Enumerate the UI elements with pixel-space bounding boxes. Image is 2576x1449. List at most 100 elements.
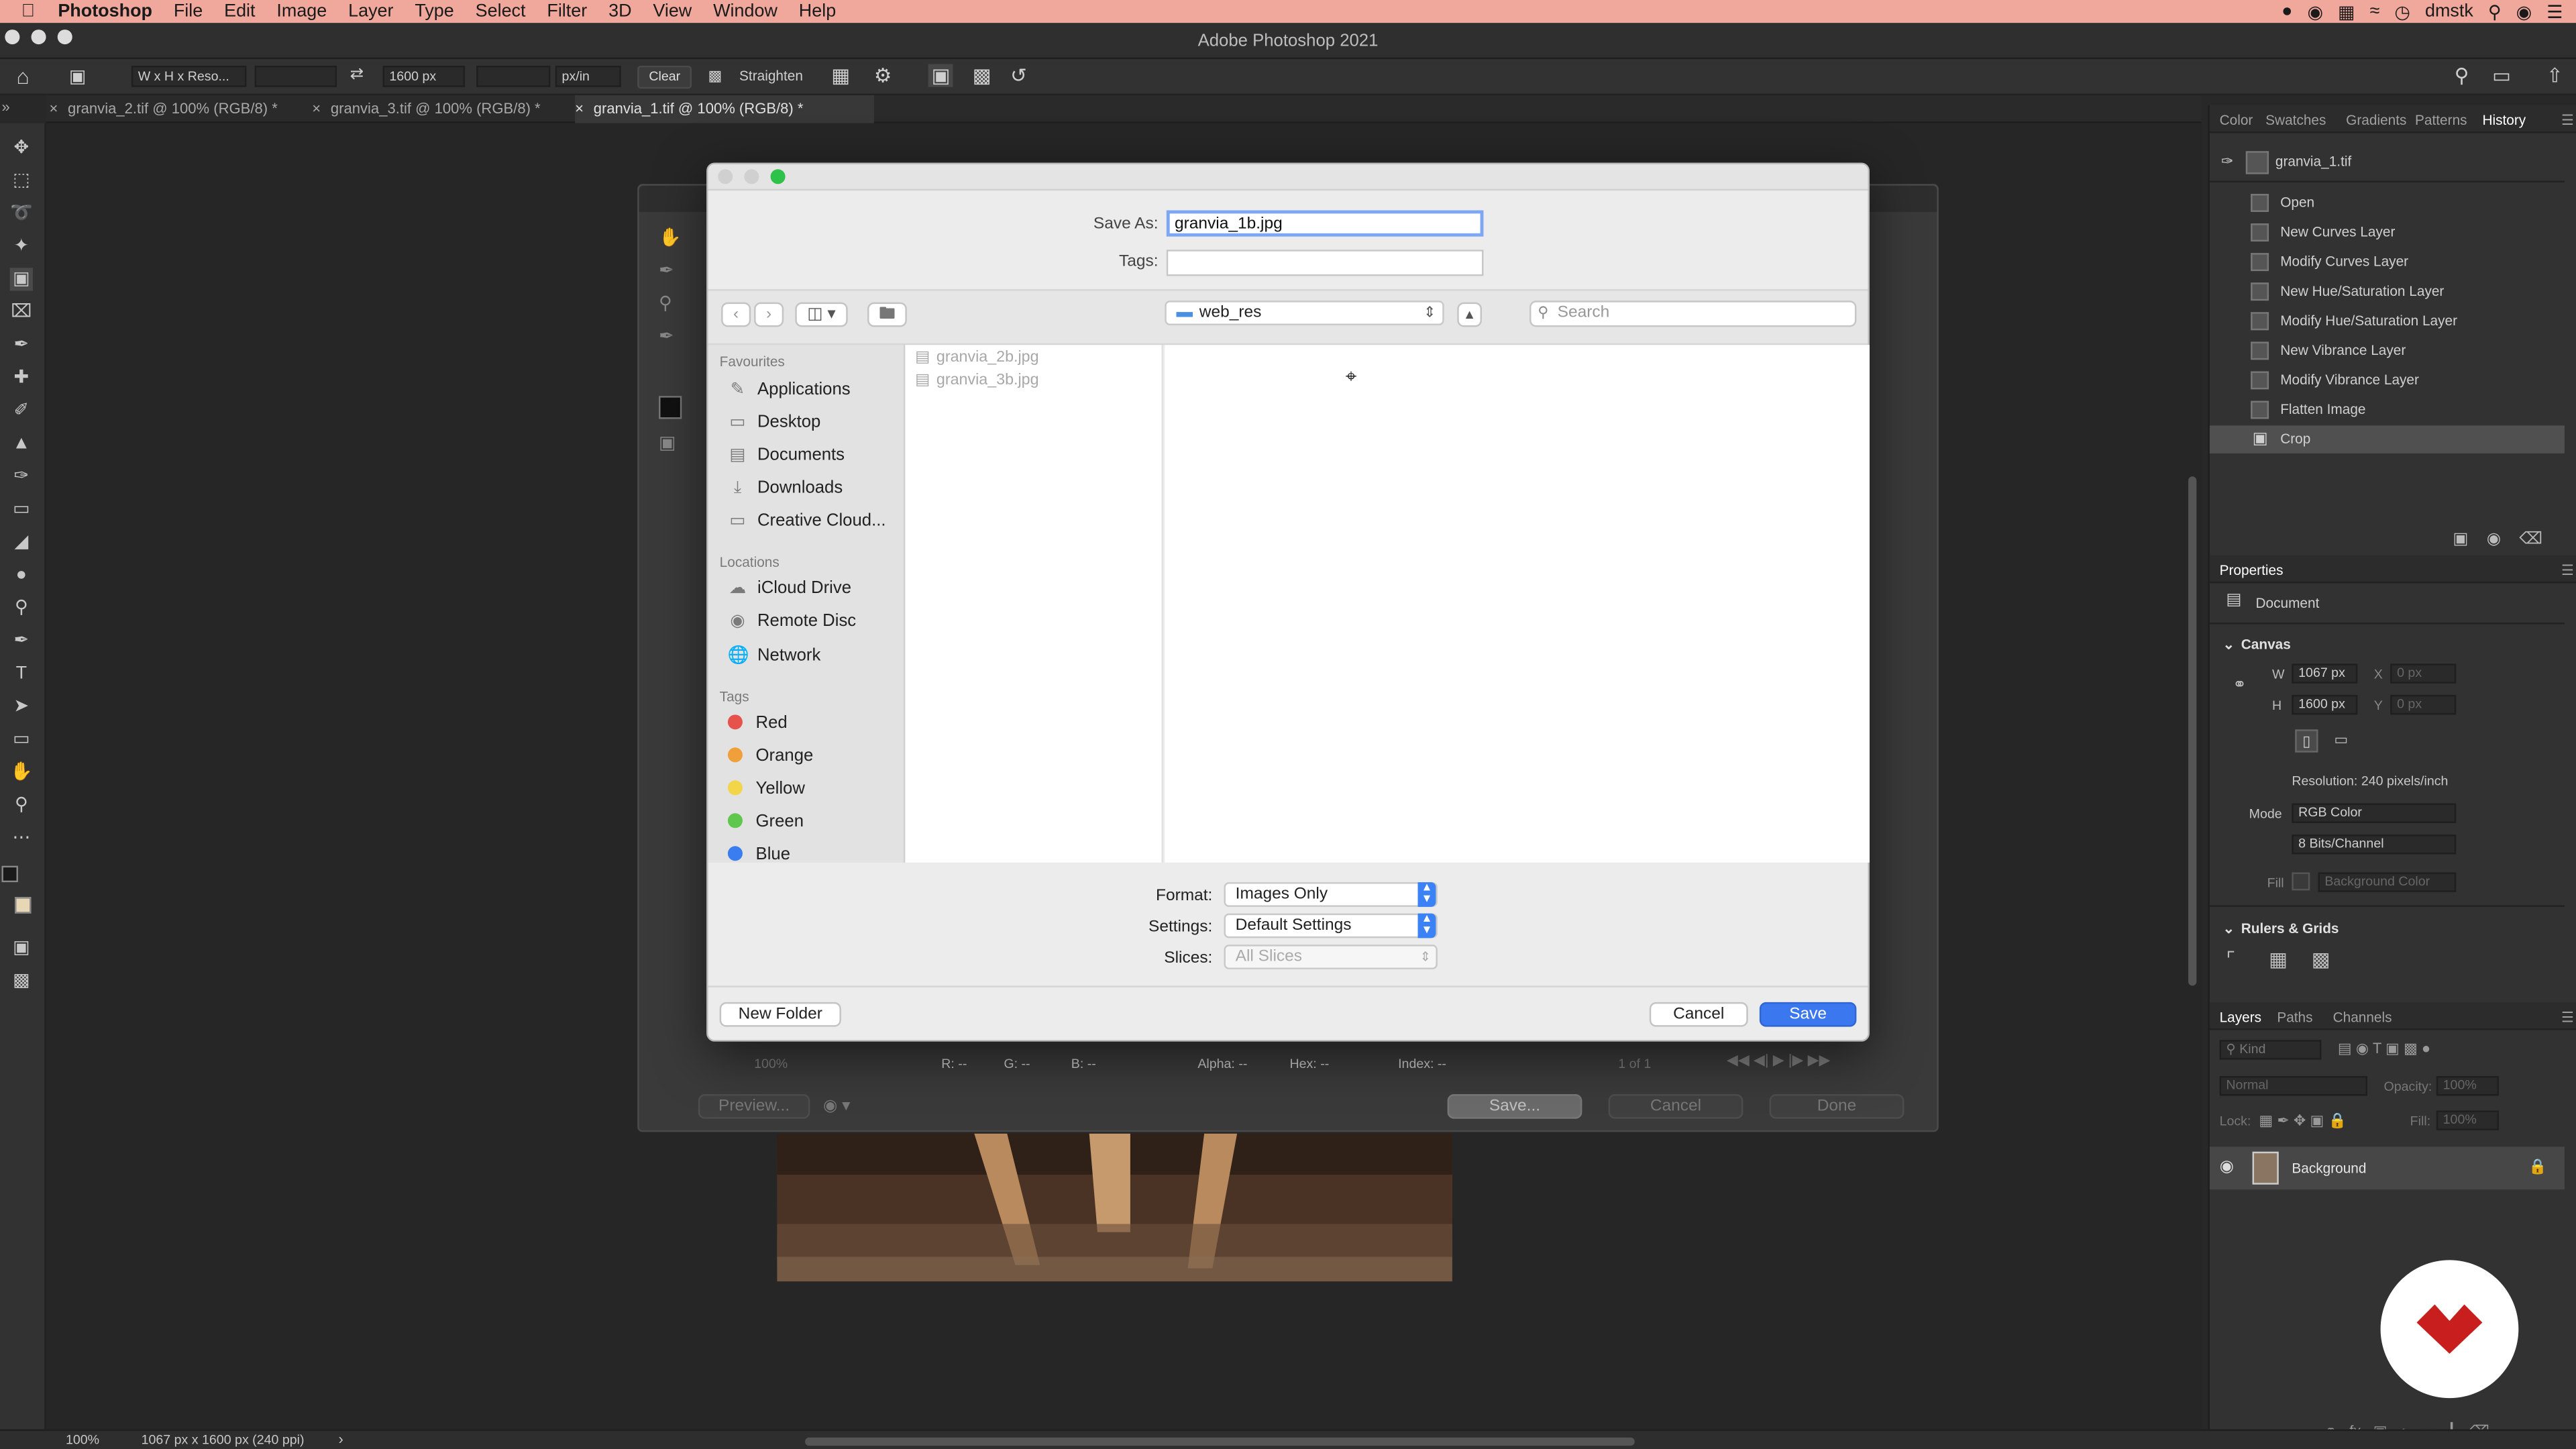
more-tools-icon[interactable]: ⋯ [10,826,33,849]
swap-icon[interactable]: ⇄ [350,66,364,84]
resolution-field[interactable] [476,65,551,87]
stamp-tool-icon[interactable]: ▲ [10,432,33,455]
close-window-icon[interactable] [5,30,20,45]
sidebar-item-downloads[interactable]: ⤓ Downloads [728,478,843,500]
rulers-grids-heading[interactable]: ⌄ Rulers & Grids [2222,920,2339,938]
sidebar-item-documents[interactable]: ▤ Documents [728,445,845,465]
menu-user[interactable]: dmstk [2425,1,2473,21]
sidebar-item-remote-disc[interactable]: ◉ Remote Disc [728,611,856,631]
canvas-heading[interactable]: ⌄ Canvas [2222,636,2290,654]
straighten-label[interactable]: Straighten [739,67,803,83]
canvas-height-field[interactable]: 1600 px [2292,694,2358,715]
tab-paths[interactable]: Paths [2277,1009,2312,1025]
save-button[interactable]: Save [1759,1002,1857,1027]
history-item-new-vibrance[interactable]: New Vibrance Layer [2210,337,2565,365]
zoom-tool-icon[interactable]: ⚲ [10,794,33,816]
tab-patterns[interactable]: Patterns [2415,112,2467,128]
zoom-dialog-icon[interactable] [770,169,786,184]
canvas-x-field[interactable]: 0 px [2390,663,2457,684]
paint-bucket-tool-icon[interactable]: ◢ [10,531,33,553]
gear-icon[interactable]: ⚙ [874,64,892,87]
tab-channels[interactable]: Channels [2333,1009,2392,1025]
healing-tool-icon[interactable]: ✚ [10,366,33,389]
screen-mode-icon[interactable]: ▩ [10,969,33,992]
fill-swatch[interactable] [2292,872,2310,891]
delete-cropped-icon[interactable]: ▣ [928,64,954,87]
sfw-preview-button[interactable]: Preview... [698,1094,810,1119]
menu-file[interactable]: File [174,1,203,21]
width-field[interactable] [254,65,337,87]
ratio-select[interactable]: W x H x Reso... [131,65,247,87]
content-aware-icon[interactable]: ▩ [973,64,991,87]
search-icon[interactable]: ⚲ [2455,64,2469,87]
clock-icon[interactable]: ◷ [2394,1,2410,22]
file-preview-pane[interactable]: ⌖ [1165,345,1870,863]
sidebar-item-desktop[interactable]: ▭ Desktop [728,413,820,432]
status-zoom[interactable]: 100% [66,1433,99,1448]
sidebar-tag-green[interactable]: Green [727,812,804,831]
fill-select[interactable]: Background Color [2318,872,2457,892]
slice-select-icon[interactable]: ✒ [659,260,674,280]
control-center-icon[interactable]: ☰ [2546,1,2563,22]
minimize-window-icon[interactable] [31,30,46,45]
tab-gradients[interactable]: Gradients [2346,112,2406,128]
menu-type[interactable]: Type [415,1,453,21]
menu-help[interactable]: Help [799,1,836,21]
list-item[interactable]: ▤ granvia_3b.jpg [915,371,1038,389]
background-color-swatch[interactable] [15,897,32,914]
language-icon[interactable]: ▦ [2338,1,2355,22]
tab-history[interactable]: History [2482,112,2526,128]
quick-mask-icon[interactable]: ▣ [10,936,33,959]
history-item-new-curves[interactable]: New Curves Layer [2210,219,2565,247]
opacity-field[interactable]: 100% [2436,1076,2499,1096]
tab-swatches[interactable]: Swatches [2265,112,2326,128]
sidebar-item-network[interactable]: 🌐 Network [728,644,820,665]
share-icon[interactable]: ⇧ [2546,64,2563,87]
layer-fill-field[interactable]: 100% [2436,1110,2499,1130]
view-mode-icon[interactable]: ◫ ▾ [795,302,848,327]
rulers-icon[interactable]: ⌜ [2226,948,2235,971]
back-icon[interactable]: ‹ [721,302,751,327]
lock-icons[interactable]: ▦ ✒ ✥ ▣ 🔒 [2259,1112,2347,1130]
tab-layers[interactable]: Layers [2220,1009,2261,1025]
menu-app[interactable]: Photoshop [58,1,152,21]
bit-depth-select[interactable]: 8 Bits/Channel [2292,835,2457,855]
sfw-done-button[interactable]: Done [1769,1094,1904,1119]
sfw-save-button[interactable]: Save... [1447,1094,1582,1119]
link-icon[interactable]: ⚭ [2233,677,2247,695]
grid-overlay-icon[interactable]: ▦ [831,64,850,87]
menu-view[interactable]: View [653,1,692,21]
camera-icon[interactable]: ◉ [2487,531,2501,549]
frame-tool-icon[interactable]: ⌧ [10,301,33,323]
menu-select[interactable]: Select [476,1,526,21]
layer-filter-select[interactable]: ⚲ Kind [2219,1040,2322,1060]
panel-menu-icon[interactable]: ☰ [2561,112,2574,130]
eyedropper-tool-icon[interactable]: ✒ [10,333,33,356]
expand-toolbar-icon[interactable]: » [1,99,9,115]
crop-tool-icon[interactable]: ▣ [9,268,33,291]
history-item-modify-curves[interactable]: Modify Curves Layer [2210,248,2565,276]
magic-wand-tool-icon[interactable]: ✦ [10,235,33,258]
eye-icon[interactable]: ◉ [2220,1159,2234,1177]
blur-tool-icon[interactable]: ● [10,564,33,586]
siri-icon[interactable]: ◉ [2516,1,2532,22]
canvas-width-field[interactable]: 1067 px [2292,663,2358,684]
zoom-window-icon[interactable] [57,30,72,45]
save-as-field[interactable]: granvia_1b.jpg [1166,210,1484,237]
panel-menu-icon[interactable]: ☰ [2561,562,2574,580]
grid-icon[interactable]: ▦ [2269,948,2288,971]
eyedropper-color-swatch[interactable] [659,396,682,419]
tab-granvia-3[interactable]: × granvia_3.tif @ 100% (RGB/8) * [312,95,575,123]
tags-field[interactable] [1166,250,1484,276]
pen-tool-icon[interactable]: ✒ [10,629,33,652]
history-brush-tool-icon[interactable]: ✑ [10,465,33,488]
new-document-from-state-icon[interactable]: ▣ [2453,531,2468,549]
sidebar-tag-red[interactable]: Red [727,713,788,733]
landscape-icon[interactable]: ▭ [2330,729,2353,752]
sfw-zoom[interactable]: 100% [754,1057,788,1071]
trash-icon[interactable]: ⌫ [2519,531,2542,549]
browser-icon[interactable]: ◉ ▾ [823,1097,850,1116]
marquee-tool-icon[interactable]: ⬚ [10,169,33,192]
history-item-modify-vibrance[interactable]: Modify Vibrance Layer [2210,366,2565,394]
menu-layer[interactable]: Layer [348,1,393,21]
